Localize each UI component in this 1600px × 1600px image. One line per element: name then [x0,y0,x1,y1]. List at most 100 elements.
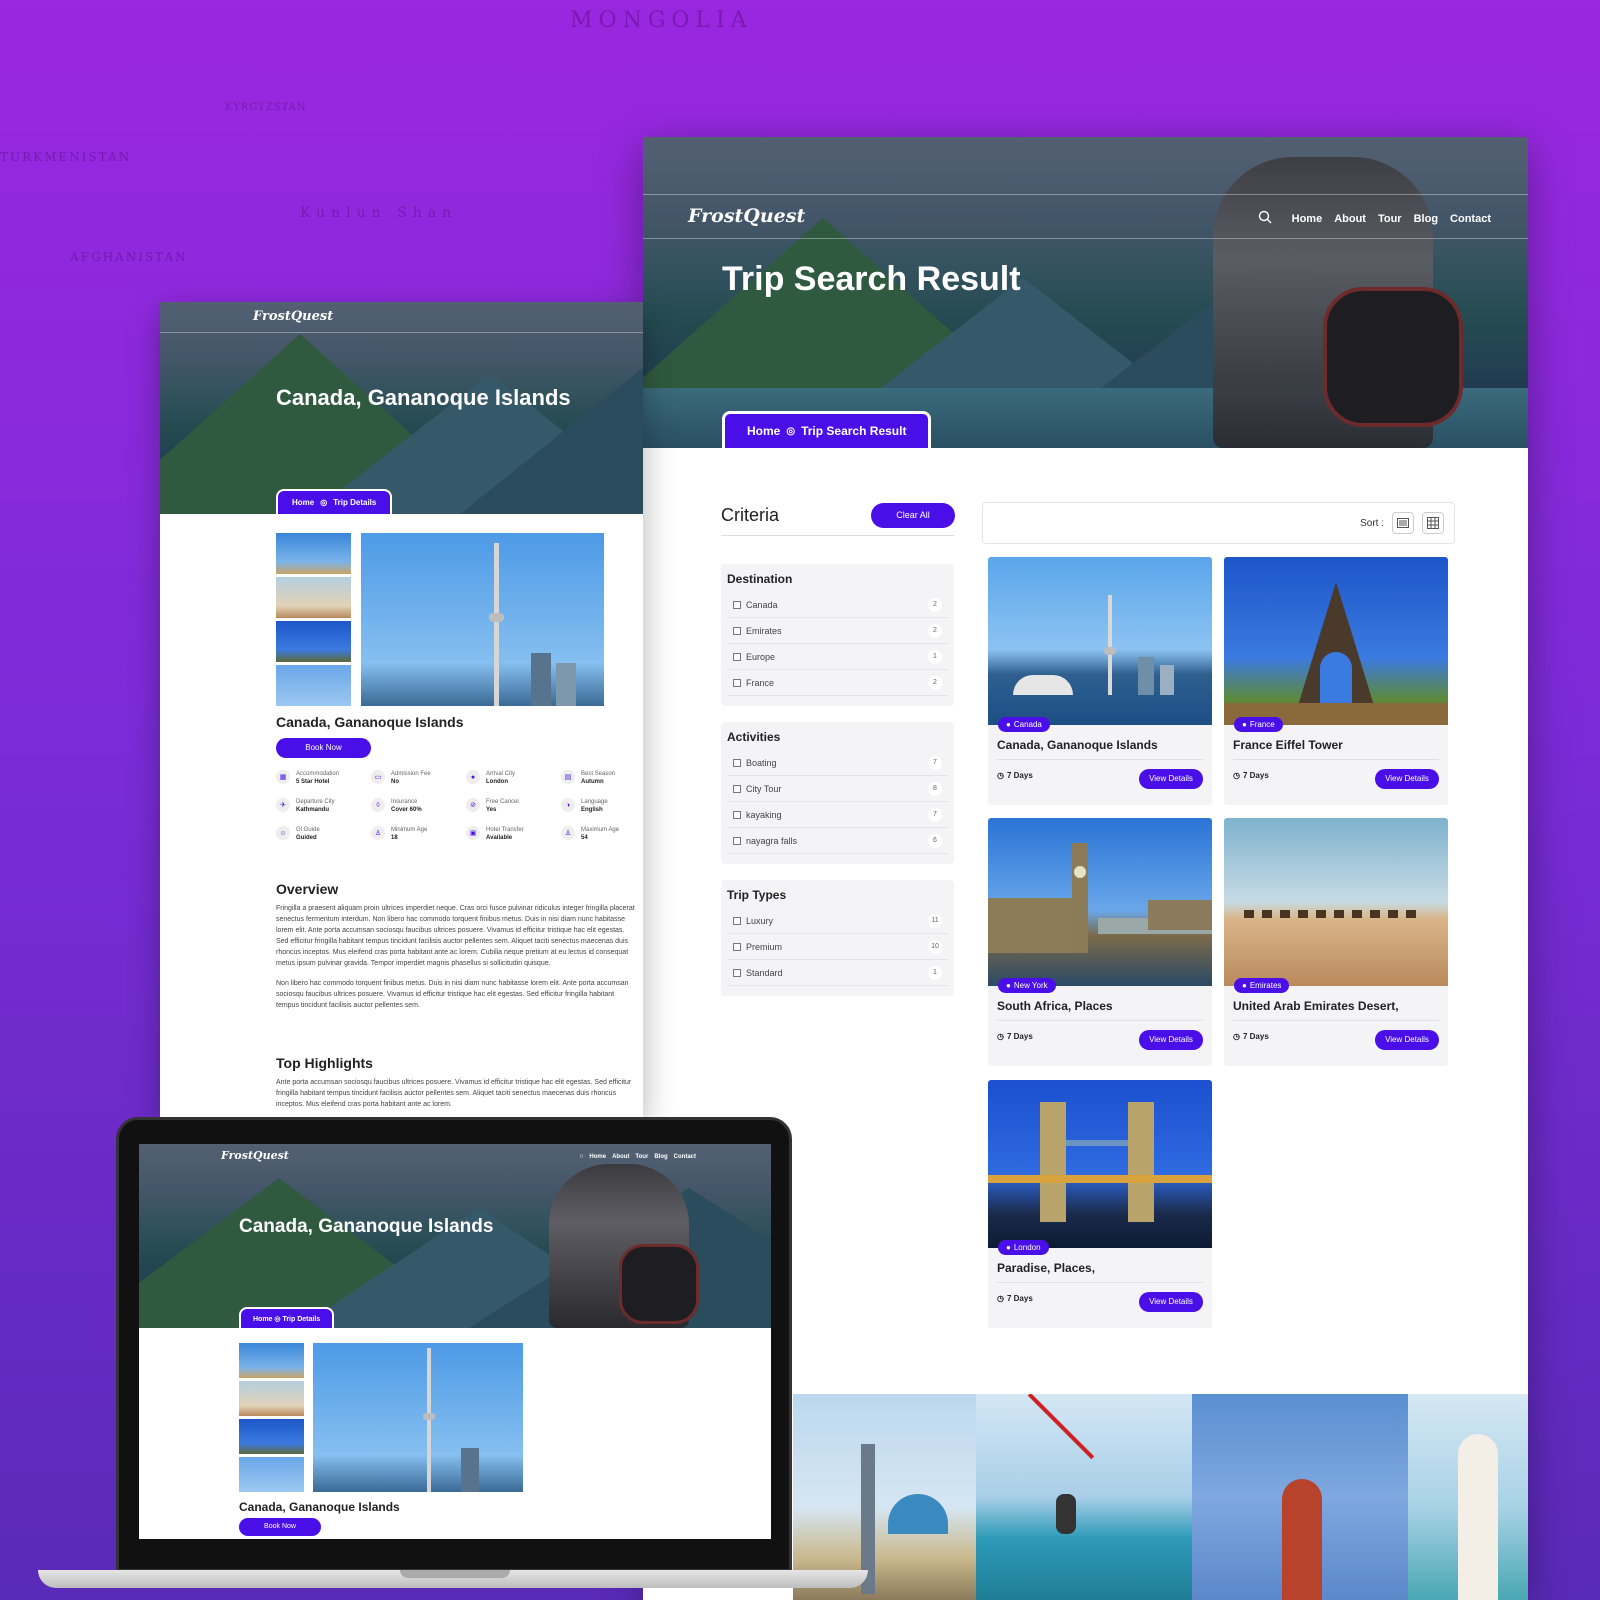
gallery-thumb[interactable] [276,621,351,662]
view-details-button[interactable]: View Details [1139,1292,1203,1312]
person-icon: ♙ [561,826,575,840]
trip-title[interactable]: Canada, Gananoque Islands [997,738,1158,752]
nav-contact[interactable]: Contact [674,1154,696,1160]
filter-option[interactable]: Emirates 2 [727,618,948,644]
filter-option[interactable]: Standard 1 [727,960,948,986]
divider [997,1282,1203,1283]
nav-blog[interactable]: Blog [1414,213,1438,225]
nav-home[interactable]: Home [589,1154,606,1160]
checkbox[interactable] [733,916,741,925]
info-item: ☺ Gl Guide Guided [276,826,320,842]
site-logo[interactable]: FrostQuest [253,309,333,324]
filter-count: 6 [928,833,942,848]
gallery-thumb[interactable] [239,1343,304,1378]
filter-label: France [746,677,775,688]
bus-icon: ▣ [466,826,480,840]
clock-icon: ◷ [1233,1032,1240,1041]
filter-trip-types: Trip Types Luxury 11 Premium 10 Standard 1 [721,880,954,996]
view-details-button[interactable]: View Details [1375,769,1439,789]
filter-option[interactable]: Luxury 11 [727,908,948,934]
trip-card[interactable]: ● Canada Canada, Gananoque Islands ◷ 7 Day… [988,557,1212,805]
site-logo[interactable]: FrostQuest [221,1149,289,1162]
checkbox[interactable] [733,652,741,661]
gallery-thumb[interactable] [276,533,351,574]
gallery-thumb[interactable] [239,1419,304,1454]
checkbox[interactable] [733,942,741,951]
view-details-button[interactable]: View Details [1139,769,1203,789]
filter-destination: Destination Canada 2 Emirates 2 Europe 1 Fr… [721,564,954,706]
nav-about[interactable]: About [612,1154,629,1160]
trip-image [1224,818,1448,986]
search-icon[interactable] [1258,210,1272,227]
breadcrumb: Home ◎ Trip Details [276,489,393,514]
divider [721,535,954,536]
checkbox[interactable] [733,758,741,767]
divider [997,759,1203,760]
trip-title[interactable]: Paradise, Places, [997,1261,1095,1275]
filter-label: Canada [746,599,778,610]
map-pin-icon: ● [1006,1243,1011,1252]
trip-title[interactable]: United Arab Emirates Desert, [1233,999,1399,1013]
gallery-thumb[interactable] [239,1381,304,1416]
checkbox[interactable] [733,968,741,977]
checkbox[interactable] [733,784,741,793]
nav-blog[interactable]: Blog [654,1154,667,1160]
filter-option[interactable]: Premium 10 [727,934,948,960]
book-now-button[interactable]: Book Now [276,738,371,758]
nav-home[interactable]: Home [1292,213,1323,225]
breadcrumb-home[interactable]: Home [747,424,780,438]
trip-card[interactable]: ● New York South Africa, Places ◷ 7 Days V… [988,818,1212,1066]
filter-count: 7 [928,807,942,822]
calendar-icon: ▤ [561,770,575,784]
highlights-title: Top Highlights [276,1055,373,1071]
checkbox[interactable] [733,600,741,609]
trip-card[interactable]: ● London Paradise, Places, ◷ 7 Days View D… [988,1080,1212,1328]
gallery-thumb[interactable] [276,665,351,706]
grid-view-icon[interactable] [1422,512,1444,534]
checkbox[interactable] [733,810,741,819]
trip-title[interactable]: France Eiffel Tower [1233,738,1343,752]
person-icon: ♙ [371,826,385,840]
gallery-thumb[interactable] [276,577,351,618]
filter-count: 8 [928,781,942,796]
trip-duration: ◷ 7 Days [997,771,1033,780]
location-badge: ● London [998,1240,1049,1255]
filter-option[interactable]: kayaking 7 [727,802,948,828]
breadcrumb-home[interactable]: Home [292,498,314,507]
nav-tour[interactable]: Tour [635,1154,648,1160]
clear-all-button[interactable]: Clear All [871,503,955,528]
site-logo[interactable]: FrostQuest [688,205,805,227]
trip-card[interactable]: ● France France Eiffel Tower ◷ 7 Days View… [1224,557,1448,805]
checkbox[interactable] [733,678,741,687]
ticket-icon: ▭ [371,770,385,784]
criteria-title: Criteria [721,505,780,525]
filter-option[interactable]: City Tour 8 [727,776,948,802]
filter-count: 11 [928,913,942,928]
filter-option[interactable]: nayagra falls 6 [727,828,948,854]
book-now-button[interactable]: Book Now [239,1518,321,1536]
filter-count: 2 [928,675,942,690]
checkbox[interactable] [733,626,741,635]
map-pin-icon: ● [1242,720,1247,729]
divider [997,1020,1203,1021]
trip-card[interactable]: ● Emirates United Arab Emirates Desert, ◷… [1224,818,1448,1066]
view-details-button[interactable]: View Details [1139,1030,1203,1050]
info-item: ▭ Admission Fee No [371,770,431,786]
search-icon[interactable]: ○ [579,1153,583,1160]
gallery-thumb[interactable] [239,1457,304,1492]
trip-title[interactable]: South Africa, Places [997,999,1113,1013]
filter-option[interactable]: Canada 2 [727,592,948,618]
filter-option[interactable]: Boating 7 [727,750,948,776]
main-nav: Home About Tour Blog Contact [1258,210,1491,227]
laptop-notch [400,1570,510,1578]
nav-contact[interactable]: Contact [1450,213,1491,225]
trip-duration: ◷ 7 Days [997,1294,1033,1303]
view-details-button[interactable]: View Details [1375,1030,1439,1050]
hero-banner: FrostQuest Home About Tour Blog Contact … [643,137,1528,448]
list-view-icon[interactable] [1392,512,1414,534]
nav-tour[interactable]: Tour [1378,213,1402,225]
filter-option[interactable]: Europe 1 [727,644,948,670]
checkbox[interactable] [733,836,741,845]
nav-about[interactable]: About [1334,213,1366,225]
filter-option[interactable]: France 2 [727,670,948,696]
